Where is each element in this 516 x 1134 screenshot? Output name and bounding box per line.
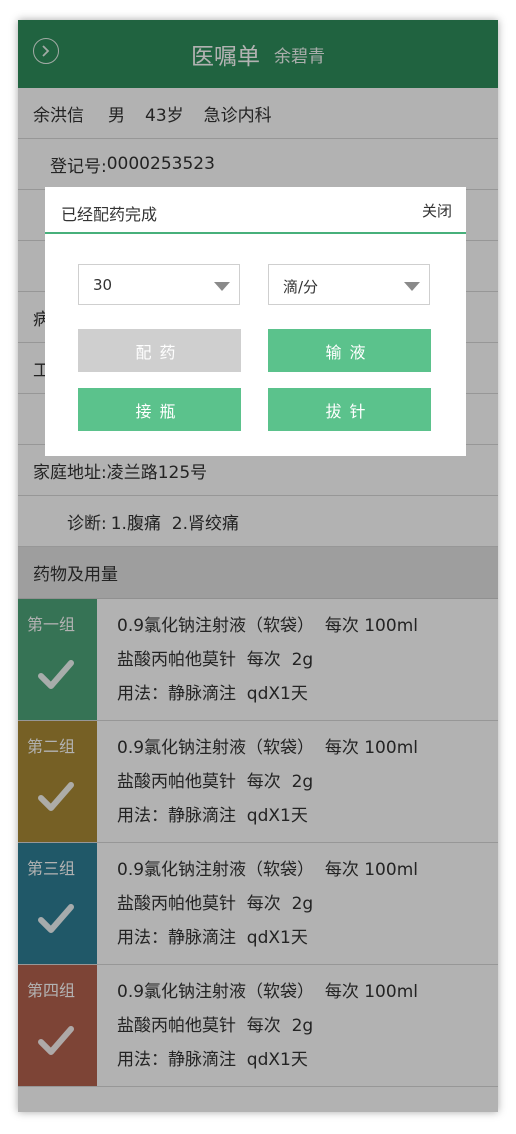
- drip-rate-select[interactable]: 30: [78, 264, 240, 305]
- drip-unit-value: 滴/分: [283, 278, 319, 296]
- connect-bottle-button[interactable]: 接瓶: [78, 388, 241, 431]
- dispense-button[interactable]: 配药: [78, 329, 241, 372]
- dialog-close-button[interactable]: 关闭: [422, 200, 452, 221]
- modal-backdrop[interactable]: [18, 20, 498, 1112]
- dialog-header: 已经配药完成 关闭: [45, 187, 466, 234]
- caret-down-icon: [214, 282, 230, 291]
- caret-down-icon: [404, 282, 420, 291]
- infuse-button[interactable]: 输液: [268, 329, 431, 372]
- drip-rate-value: 30: [93, 276, 113, 294]
- app-screen: 医嘱单 余碧青 余洪信 男 43岁 急诊内科 登记号: 0000253523 病…: [18, 20, 498, 1112]
- dispense-dialog: 已经配药完成 关闭 30 滴/分 配药 输液 接瓶 拔针: [45, 187, 466, 456]
- dialog-title: 已经配药完成: [61, 205, 158, 224]
- remove-needle-button[interactable]: 拔针: [268, 388, 431, 431]
- drip-unit-select[interactable]: 滴/分: [268, 264, 430, 305]
